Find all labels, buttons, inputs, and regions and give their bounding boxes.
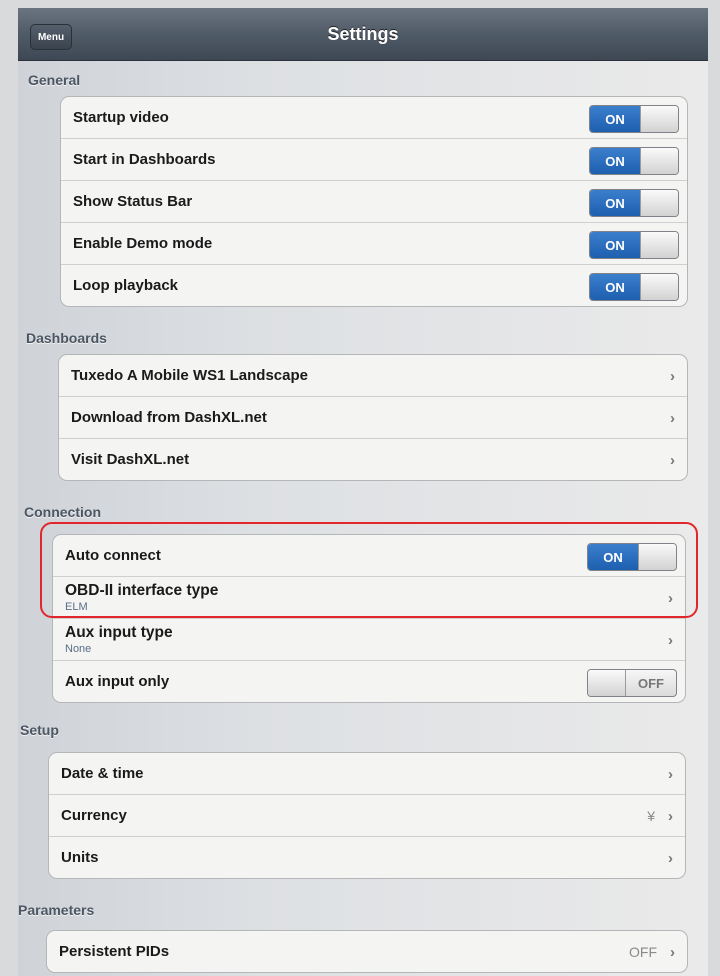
row-aux-input-only[interactable]: Aux input only OFF [53,661,685,702]
toggle-on-label: ON [590,274,640,300]
row-currency[interactable]: Currency ¥ › [49,795,685,837]
navigation-bar: Settings Menu [18,8,708,61]
page-title: Settings [327,24,399,44]
row-download-dashxl[interactable]: Download from DashXL.net › [59,397,687,439]
row-show-status-bar[interactable]: Show Status Bar ON [61,181,687,223]
currency-value: ¥ [647,808,655,824]
row-label: Units [61,849,99,866]
loop-playback-toggle[interactable]: ON [589,273,679,301]
group-parameters: Persistent PIDs OFF › [46,930,688,973]
toggle-on-label: ON [590,148,640,174]
menu-button[interactable]: Menu [30,24,72,50]
row-label: Auto connect [65,547,161,564]
row-aux-input-type[interactable]: Aux input type None › [53,619,685,661]
section-header-general: General [28,72,81,88]
settings-screen: Settings Menu General Startup video ON S… [18,8,708,976]
row-units[interactable]: Units › [49,837,685,878]
toggle-knob [638,544,676,570]
chevron-right-icon: › [670,944,675,961]
row-label: Date & time [61,765,144,782]
toggle-on-label: ON [590,190,640,216]
row-loop-playback[interactable]: Loop playback ON [61,265,687,306]
chevron-right-icon: › [670,410,675,427]
chevron-right-icon: › [668,808,673,825]
row-obd-interface-type[interactable]: OBD-II interface type ELM › [53,577,685,619]
row-tuxedo-dashboard[interactable]: Tuxedo A Mobile WS1 Landscape › [59,355,687,397]
row-label: Enable Demo mode [73,235,213,252]
section-header-connection: Connection [24,504,101,520]
toggle-on-label: ON [590,106,640,132]
row-startup-video[interactable]: Startup video ON [61,97,687,139]
row-label: OBD-II interface type [65,582,219,599]
start-in-dashboards-toggle[interactable]: ON [589,147,679,175]
toggle-knob [640,232,678,258]
group-dashboards: Tuxedo A Mobile WS1 Landscape › Download… [58,354,688,481]
row-date-time[interactable]: Date & time › [49,753,685,795]
aux-input-only-toggle[interactable]: OFF [587,669,677,697]
toggle-knob [588,670,626,696]
auto-connect-toggle[interactable]: ON [587,543,677,571]
toggle-on-label: ON [588,544,638,570]
toggle-on-label: ON [590,232,640,258]
row-label: Loop playback [73,277,179,294]
section-header-setup: Setup [20,722,59,738]
group-setup: Date & time › Currency ¥ › Units › [48,752,686,879]
chevron-right-icon: › [668,632,673,649]
row-label: Visit DashXL.net [71,451,190,468]
chevron-right-icon: › [668,766,673,783]
row-subtitle: ELM [65,601,88,613]
group-general: Startup video ON Start in Dashboards ON … [60,96,688,307]
toggle-knob [640,106,678,132]
section-header-dashboards: Dashboards [26,330,107,346]
row-label: Aux input type [65,624,173,641]
persistent-pids-value: OFF [629,944,657,960]
row-label: Persistent PIDs [59,943,170,960]
row-label: Currency [61,807,127,824]
row-label: Aux input only [65,673,170,690]
row-label: Download from DashXL.net [71,409,267,426]
startup-video-toggle[interactable]: ON [589,105,679,133]
toggle-knob [640,148,678,174]
toggle-knob [640,190,678,216]
row-start-in-dashboards[interactable]: Start in Dashboards ON [61,139,687,181]
row-persistent-pids[interactable]: Persistent PIDs OFF › [47,931,687,972]
toggle-knob [640,274,678,300]
chevron-right-icon: › [670,368,675,385]
row-auto-connect[interactable]: Auto connect ON [53,535,685,577]
row-label: Startup video [73,109,169,126]
row-label: Tuxedo A Mobile WS1 Landscape [71,367,308,384]
chevron-right-icon: › [668,590,673,607]
row-subtitle: None [65,643,92,655]
row-visit-dashxl[interactable]: Visit DashXL.net › [59,439,687,480]
row-label: Show Status Bar [73,193,193,210]
section-header-parameters: Parameters [18,902,95,918]
chevron-right-icon: › [668,850,673,867]
chevron-right-icon: › [670,452,675,469]
row-label: Start in Dashboards [73,151,216,168]
show-status-bar-toggle[interactable]: ON [589,189,679,217]
toggle-off-label: OFF [638,675,664,691]
row-enable-demo-mode[interactable]: Enable Demo mode ON [61,223,687,265]
enable-demo-mode-toggle[interactable]: ON [589,231,679,259]
group-connection: Auto connect ON OBD-II interface type EL… [52,534,686,703]
